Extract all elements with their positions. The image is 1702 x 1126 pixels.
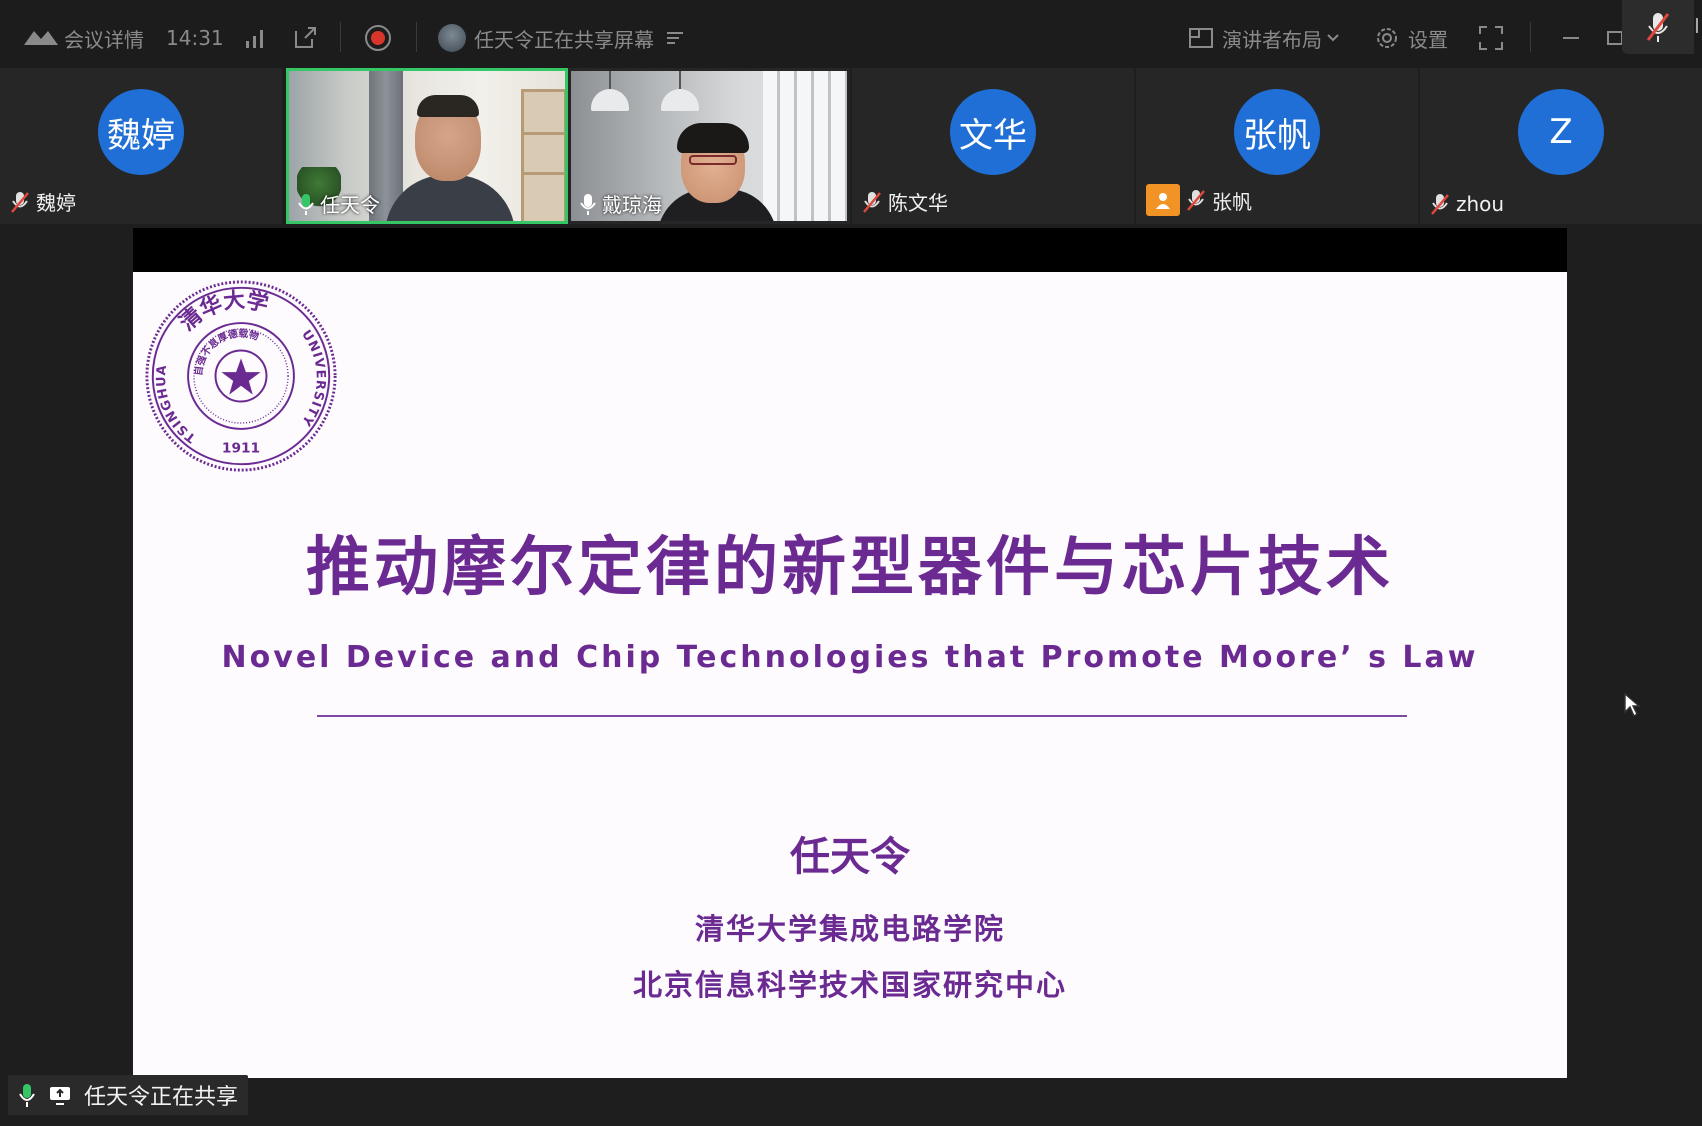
sharing-status-pill[interactable]: 任天令正在共享 [8, 1075, 249, 1115]
tsinghua-seal-logo: 清华大学 TSINGHUA UNIVERSITY 自强不息厚德载物 1911 [145, 280, 337, 472]
affiliation-line: 北京信息科学技术国家研究中心 [632, 968, 1067, 1002]
participant-tile[interactable]: 魏婷 魏婷 [0, 68, 282, 224]
mic-active-icon [298, 193, 314, 215]
mic-muted-icon [11, 191, 29, 213]
mic-muted-icon [1646, 13, 1670, 42]
host-user-icon [1146, 184, 1180, 216]
slide-subtitle: Novel Device and Chip Technologies that … [221, 640, 1479, 675]
list-icon [667, 32, 683, 44]
participant-name: zhou [1456, 192, 1505, 216]
presenter-name: 任天令 [790, 834, 910, 880]
mic-active-icon [19, 1084, 35, 1107]
maximize-icon[interactable] [1606, 22, 1622, 54]
svg-text:1911: 1911 [222, 440, 260, 456]
participant-name-row: 任天令 [297, 189, 380, 218]
slide-title: 推动摩尔定律的新型器件与芯片技术 [306, 531, 1394, 605]
avatar: 魏婷 [98, 89, 184, 175]
participant-video-tile[interactable]: 戴琼海 [568, 68, 850, 224]
mic-muted-icon [1187, 190, 1205, 211]
screen-share-icon [50, 1087, 70, 1105]
participant-tile[interactable]: Z zhou [1420, 68, 1702, 224]
shared-slide: 清华大学 TSINGHUA UNIVERSITY 自强不息厚德载物 1911 推… [133, 272, 1641, 1078]
mouse-cursor-icon [1624, 692, 1641, 718]
record-button[interactable] [364, 22, 392, 54]
mic-muted-icon [863, 191, 881, 213]
participant-strip: 魏婷 魏婷 任天令 戴琼海 文华 陈文华 张帆 张帆 Z zhou [0, 68, 1702, 224]
fullscreen-icon[interactable] [1478, 22, 1504, 54]
affiliation-line: 清华大学集成电路学院 [694, 912, 1005, 946]
sharing-notice[interactable]: 任天令正在共享屏幕 [438, 22, 686, 54]
participant-name-row: 戴琼海 [579, 189, 662, 218]
participant-video-tile[interactable]: 任天令 [286, 68, 568, 224]
popout-icon[interactable] [292, 22, 318, 54]
meeting-time: 14:31 [166, 26, 224, 50]
toolbar-divider [416, 22, 417, 52]
participant-tile[interactable]: 文华 陈文华 [852, 68, 1134, 224]
mute-toggle-button[interactable] [1622, 0, 1694, 54]
meeting-toolbar: 会议详情 14:31 任天令正在共享屏幕 演讲者布局 设置 I [0, 0, 1702, 74]
meeting-details-label: 会议详情 [64, 27, 144, 52]
participant-name: 魏婷 [36, 191, 76, 215]
toolbar-divider [340, 22, 341, 52]
signal-icon[interactable] [244, 22, 266, 54]
participant-name-row: zhou [1430, 192, 1504, 216]
settings-label: 设置 [1408, 27, 1448, 52]
minimize-icon[interactable] [1560, 22, 1582, 54]
layout-icon [1189, 28, 1213, 48]
participant-name-row: 陈文华 [862, 187, 948, 216]
speaker-layout-label: 演讲者布局 [1222, 27, 1322, 52]
speaker-layout-button[interactable]: 演讲者布局 [1188, 22, 1340, 54]
sharing-notice-label: 任天令正在共享屏幕 [474, 27, 654, 52]
mic-muted-icon [1431, 194, 1449, 215]
avatar: 张帆 [1234, 89, 1320, 175]
participant-name: 陈文华 [888, 191, 948, 215]
truncated-label: I [1694, 14, 1700, 38]
avatar: 文华 [950, 89, 1036, 175]
tencent-meeting-logo-icon [24, 31, 58, 45]
svg-text:TSINGHUA: TSINGHUA [154, 364, 199, 446]
participant-name-row: 魏婷 [10, 187, 76, 216]
svg-text:清华大学: 清华大学 [174, 287, 271, 336]
settings-button[interactable]: 设置 [1374, 22, 1448, 54]
slide-divider [317, 715, 1407, 717]
chevron-down-icon [1327, 34, 1339, 42]
participant-name-row: 张帆 [1146, 184, 1252, 216]
participant-tile[interactable]: 张帆 张帆 [1136, 68, 1418, 224]
avatar: Z [1518, 89, 1604, 175]
presenter-avatar-icon [438, 24, 466, 52]
meeting-details-button[interactable]: 会议详情 [22, 22, 144, 54]
participant-name: 张帆 [1212, 189, 1252, 214]
toolbar-divider [1530, 22, 1531, 52]
sharing-status-label: 任天令正在共享 [84, 1085, 239, 1110]
mic-icon [580, 193, 596, 215]
participant-name: 任天令 [320, 193, 380, 217]
participant-name: 戴琼海 [602, 193, 662, 217]
gear-icon [1377, 28, 1397, 48]
record-icon [365, 25, 391, 51]
